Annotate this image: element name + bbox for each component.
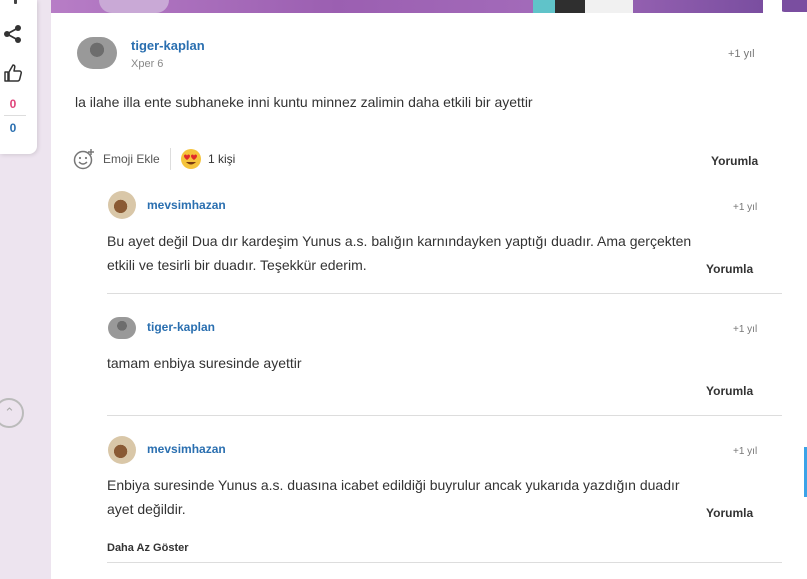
- emoji-add-button[interactable]: Emoji Ekle: [103, 152, 160, 166]
- avatar[interactable]: [108, 317, 136, 339]
- banner-block-dark: [555, 0, 585, 13]
- heart-eyes-emoji-icon[interactable]: [180, 148, 202, 175]
- reply-text-line: ayet değildir.: [107, 501, 186, 517]
- comment-card: tiger-kaplan Xper 6 +1 yıl la ilahe illa…: [51, 0, 782, 579]
- reply-button[interactable]: Yorumla: [706, 384, 753, 398]
- avatar[interactable]: [108, 191, 136, 219]
- reply-text-line: etkili ve tesirli bir duadır. Teşekkür e…: [107, 257, 367, 273]
- avatar[interactable]: [108, 436, 136, 464]
- thumbs-up-icon[interactable]: [3, 63, 23, 88]
- reply-author[interactable]: mevsimhazan: [147, 442, 226, 456]
- share-icon[interactable]: [3, 24, 23, 49]
- post-author[interactable]: tiger-kaplan: [131, 38, 205, 53]
- popup-accent: [779, 0, 807, 12]
- banner-image: [99, 0, 169, 13]
- post-body: la ilahe illa ente subhaneke inni kuntu …: [75, 94, 533, 110]
- reply-button[interactable]: Yorumla: [706, 262, 753, 276]
- avatar[interactable]: [77, 37, 117, 69]
- emoji-add-icon[interactable]: [73, 148, 95, 175]
- banner-block-cyan: [533, 0, 555, 13]
- scroll-to-top-button[interactable]: ⌃: [0, 398, 24, 428]
- reaction-divider: [170, 148, 171, 170]
- reply-author[interactable]: mevsimhazan: [147, 198, 226, 212]
- dislike-count: 0: [9, 121, 17, 135]
- rail-top-marker: [14, 0, 17, 4]
- reply-button[interactable]: Yorumla: [706, 506, 753, 520]
- thread-divider: [107, 562, 782, 563]
- header-banner: [51, 0, 763, 13]
- show-less-link[interactable]: Daha Az Göster: [107, 542, 189, 554]
- reply-text-line: Bu ayet değil Dua dır kardeşim Yunus a.s…: [107, 233, 692, 249]
- like-count: 0: [9, 97, 17, 111]
- reply-divider: [107, 415, 782, 416]
- rail-divider: [4, 115, 26, 116]
- post-time: +1 yıl: [728, 48, 755, 60]
- chevron-up-icon: ⌃: [4, 405, 15, 420]
- right-sidebar-strip: [782, 69, 807, 579]
- share-rail: 0 0: [0, 0, 37, 154]
- reply-text-line: Enbiya suresinde Yunus a.s. duasına icab…: [107, 477, 680, 493]
- reaction-count[interactable]: 1 kişi: [208, 152, 235, 166]
- reply-divider: [107, 293, 782, 294]
- reply-button[interactable]: Yorumla: [711, 154, 758, 168]
- reply-time: +1 yıl: [733, 324, 758, 335]
- reply-text-line: tamam enbiya suresinde ayettir: [107, 355, 302, 371]
- reply-time: +1 yıl: [733, 446, 758, 457]
- banner-block-light: [585, 0, 633, 13]
- reply-author[interactable]: tiger-kaplan: [147, 320, 215, 334]
- post-author-level: Xper 6: [131, 58, 164, 70]
- reply-time: +1 yıl: [733, 202, 758, 213]
